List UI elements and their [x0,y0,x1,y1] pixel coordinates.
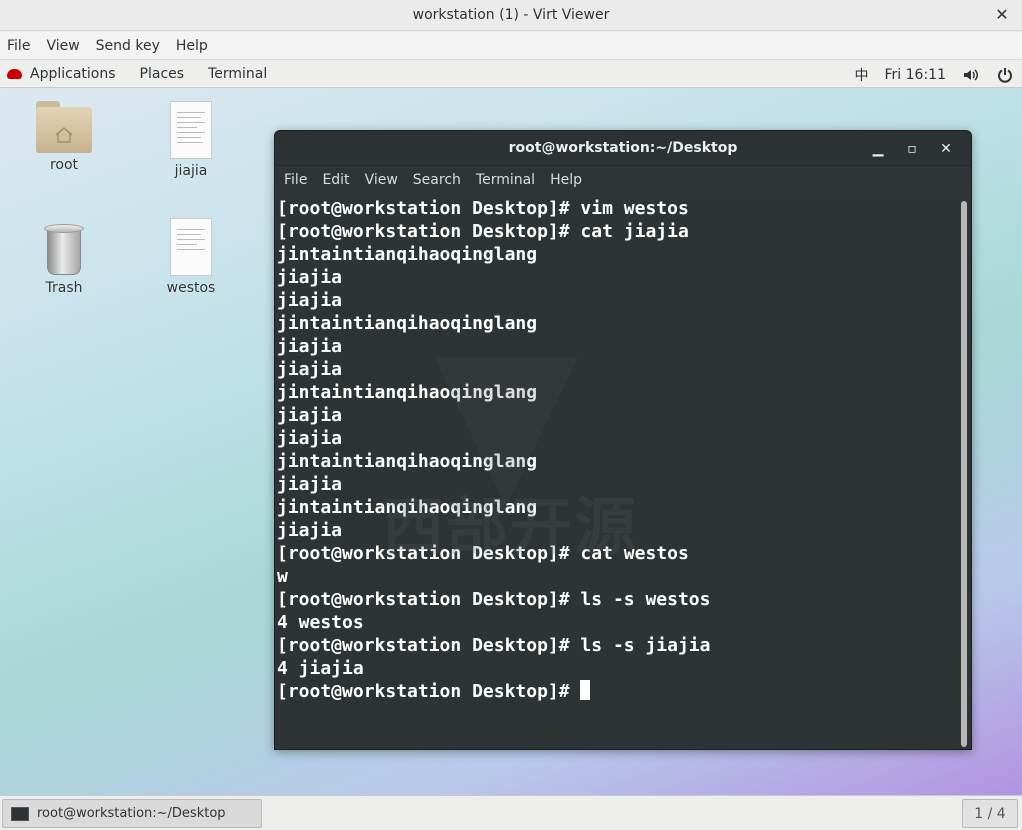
viewer-title: workstation (1) - Virt Viewer [412,7,610,23]
topbar-status-area: 中 Fri 16:11 [839,61,1014,88]
viewer-menu-view[interactable]: View [46,38,79,54]
terminal-menu-search[interactable]: Search [413,172,461,188]
terminal-titlebar[interactable]: root@workstation:~/Desktop ▁ ▫ ✕ [275,131,971,166]
guest-screen: Applications Places Terminal 中 Fri 16:11… [0,61,1022,830]
desktop-icon-label: Trash [45,280,83,296]
terminal-menubar: File Edit View Search Terminal Help [275,166,971,194]
places-menu[interactable]: Places [140,66,185,82]
desktop-icon-label: westos [166,280,216,296]
desktop-icon-jiajia[interactable]: jiajia [151,101,231,179]
terminal-app-menu[interactable]: Terminal [208,66,267,82]
input-method-indicator[interactable]: 中 [855,65,869,85]
terminal-title: root@workstation:~/Desktop [508,140,738,156]
terminal-line: jintaintianqihaoqinglang [277,451,538,472]
viewer-menu-send-key[interactable]: Send key [96,38,160,54]
terminal-menu-file[interactable]: File [284,172,307,188]
desktop-icon-root[interactable]: root [24,101,104,173]
close-icon[interactable]: ✕ [929,141,963,157]
trash-icon [43,224,85,276]
terminal-line: jiajia [277,520,343,541]
clock[interactable]: Fri 16:11 [885,67,946,83]
terminal-scrollbar[interactable] [961,201,967,747]
terminal-line: jiajia [277,267,343,288]
terminal-line: jintaintianqihaoqinglang [277,244,538,265]
viewer-menubar: File View Send key Help [0,32,1022,60]
terminal-output[interactable]: [root@workstation Desktop]# vim westos [… [275,197,963,749]
gnome-topbar: Applications Places Terminal 中 Fri 16:11 [0,61,1022,88]
terminal-line: [root@workstation Desktop]# ls -s westos [277,589,711,610]
text-cursor [580,680,591,700]
terminal-line: jiajia [277,359,343,380]
minimize-icon[interactable]: ▁ [861,141,895,157]
terminal-line: 4 westos [277,612,364,633]
bottom-taskbar: root@workstation:~/Desktop 1 / 4 [0,795,1022,830]
terminal-line: jiajia [277,290,343,311]
terminal-line: [root@workstation Desktop]# ls -s jiajia [277,635,711,656]
terminal-line: jintaintianqihaoqinglang [277,382,538,403]
maximize-icon[interactable]: ▫ [895,141,929,157]
terminal-line: jiajia [277,336,343,357]
window-controls: ▁ ▫ ✕ [861,131,963,166]
terminal-prompt-line: [root@workstation Desktop]# [277,680,961,703]
terminal-icon [11,806,29,821]
terminal-window: root@workstation:~/Desktop ▁ ▫ ✕ File Ed… [274,130,972,750]
applications-label: Applications [30,66,116,82]
terminal-line: jiajia [277,474,343,495]
terminal-line: w [277,566,288,587]
terminal-menu-edit[interactable]: Edit [322,172,349,188]
terminal-line: [root@workstation Desktop]# cat westos [277,543,689,564]
taskbar-window-terminal[interactable]: root@workstation:~/Desktop [2,799,262,828]
desktop-icon-westos[interactable]: westos [151,218,231,296]
terminal-prompt: [root@workstation Desktop]# [277,681,581,702]
terminal-menu-view[interactable]: View [365,172,398,188]
terminal-line: jiajia [277,405,343,426]
folder-icon [36,101,92,153]
desktop-icon-trash[interactable]: Trash [24,224,104,296]
close-icon[interactable]: ✕ [992,5,1012,24]
desktop-icon-label: root [49,157,79,173]
terminal-line: jintaintianqihaoqinglang [277,497,538,518]
viewer-menu-file[interactable]: File [7,38,30,54]
text-file-icon [170,101,212,159]
terminal-line: [root@workstation Desktop]# cat jiajia [277,221,689,242]
applications-menu[interactable]: Applications [7,66,116,82]
terminal-line: jiajia [277,428,343,449]
text-file-icon [170,218,212,276]
workspace-switcher[interactable]: 1 / 4 [962,799,1018,828]
viewer-menu-help[interactable]: Help [176,38,208,54]
power-icon[interactable] [996,66,1014,84]
terminal-menu-terminal[interactable]: Terminal [476,172,535,188]
terminal-menu-help[interactable]: Help [550,172,582,188]
terminal-line: jintaintianqihaoqinglang [277,313,538,334]
desktop-icon-label: jiajia [174,163,208,179]
redhat-icon [7,69,22,79]
volume-icon[interactable] [962,66,980,84]
viewer-titlebar: workstation (1) - Virt Viewer ✕ [0,0,1022,31]
terminal-line: [root@workstation Desktop]# vim westos [277,198,689,219]
taskbar-window-label: root@workstation:~/Desktop [37,806,226,821]
terminal-line: 4 jiajia [277,658,364,679]
